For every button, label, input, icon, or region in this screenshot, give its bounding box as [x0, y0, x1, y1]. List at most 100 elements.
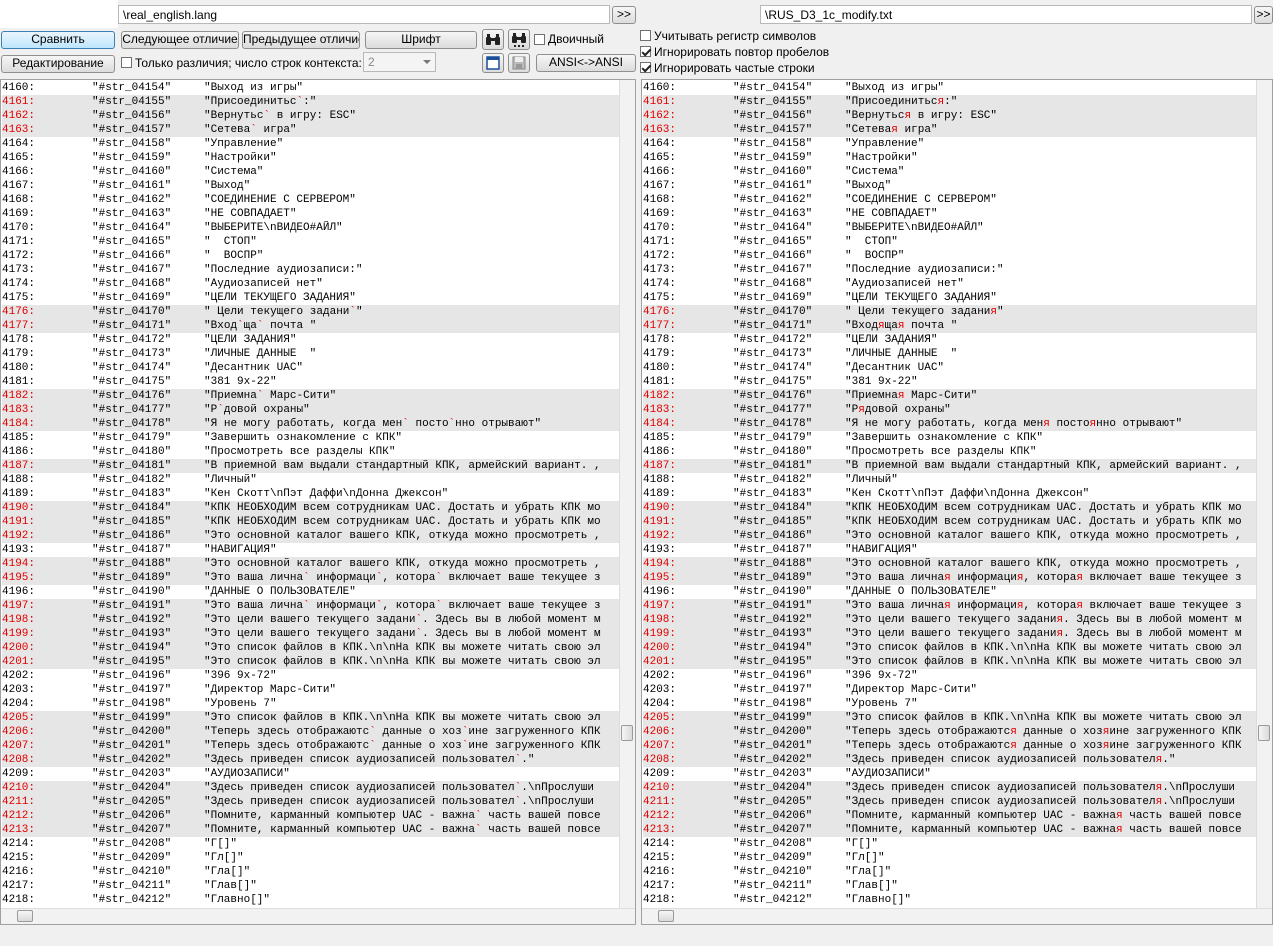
- left-text-pane[interactable]: 4160: "#str_04154" "Выход из игры" 4161: "#s…: [0, 79, 636, 925]
- right-line[interactable]: 4210: "#str_04204" "Здесь приведен список …: [643, 781, 1257, 795]
- left-line[interactable]: 4183: "#str_04177" "Р`довой охраны": [2, 403, 620, 417]
- left-line[interactable]: 4170: "#str_04164" "ВЫБЕРИТЕ\nВИДЕО#АЙЛ": [2, 221, 620, 235]
- right-line[interactable]: 4190: "#str_04184" "КПК НЕОБХОДИМ всем сот…: [643, 501, 1257, 515]
- left-line[interactable]: 4175: "#str_04169" "ЦЕЛИ ТЕКУЩЕГО ЗАДАНИЯ": [2, 291, 620, 305]
- right-line[interactable]: 4165: "#str_04159" "Настройки": [643, 151, 1257, 165]
- right-line[interactable]: 4191: "#str_04185" "КПК НЕОБХОДИМ всем сот…: [643, 515, 1257, 529]
- left-line[interactable]: 4184: "#str_04178" "Я не могу работать, ко…: [2, 417, 620, 431]
- left-line[interactable]: 4181: "#str_04175" "381 9x-22": [2, 375, 620, 389]
- left-horizontal-scrollbar[interactable]: [1, 908, 635, 924]
- prev-diff-button[interactable]: Предыдущее отличие: [242, 31, 360, 49]
- left-file-path[interactable]: \real_english.lang: [118, 5, 610, 24]
- left-line[interactable]: 4179: "#str_04173" "ЛИЧНЫЕ ДАННЫЕ ": [2, 347, 620, 361]
- left-line[interactable]: 4208: "#str_04202" "Здесь приведен список …: [2, 753, 620, 767]
- left-line[interactable]: 4160: "#str_04154" "Выход из игры": [2, 81, 620, 95]
- left-line[interactable]: 4207: "#str_04201" "Теперь здесь отображаю…: [2, 739, 620, 753]
- right-line[interactable]: 4177: "#str_04171" "Входящая почта ": [643, 319, 1257, 333]
- right-line[interactable]: 4217: "#str_04211" "Глав[]": [643, 879, 1257, 893]
- left-line[interactable]: 4187: "#str_04181" "В приемной вам выдали …: [2, 459, 620, 473]
- left-line[interactable]: 4177: "#str_04171" "Вход`ща` почта ": [2, 319, 620, 333]
- left-line[interactable]: 4191: "#str_04185" "КПК НЕОБХОДИМ всем сот…: [2, 515, 620, 529]
- left-vscroll-thumb[interactable]: [621, 725, 633, 741]
- left-line[interactable]: 4216: "#str_04210" "Гла[]": [2, 865, 620, 879]
- left-line[interactable]: 4168: "#str_04162" "СОЕДИНЕНИЕ С СЕРВЕРОМ": [2, 193, 620, 207]
- right-line[interactable]: 4161: "#str_04155" "Присоединиться:": [643, 95, 1257, 109]
- left-line[interactable]: 4162: "#str_04156" "Вернутьс` в игру: ESC": [2, 109, 620, 123]
- right-line[interactable]: 4167: "#str_04161" "Выход": [643, 179, 1257, 193]
- right-line[interactable]: 4183: "#str_04177" "Рядовой охраны": [643, 403, 1257, 417]
- right-browse-button[interactable]: >>: [1254, 6, 1273, 24]
- right-line[interactable]: 4172: "#str_04166" " ВОСПР": [643, 249, 1257, 263]
- right-line[interactable]: 4212: "#str_04206" "Помните, карманный ком…: [643, 809, 1257, 823]
- right-line[interactable]: 4166: "#str_04160" "Система": [643, 165, 1257, 179]
- right-line[interactable]: 4180: "#str_04174" "Десантник UAC": [643, 361, 1257, 375]
- right-line[interactable]: 4181: "#str_04175" "381 9x-22": [643, 375, 1257, 389]
- left-line[interactable]: 4194: "#str_04188" "Это основной каталог в…: [2, 557, 620, 571]
- left-line[interactable]: 4190: "#str_04184" "КПК НЕОБХОДИМ всем сот…: [2, 501, 620, 515]
- right-hscroll-thumb[interactable]: [658, 910, 674, 922]
- left-line[interactable]: 4169: "#str_04163" "НЕ СОВПАДАЕТ": [2, 207, 620, 221]
- right-line[interactable]: 4205: "#str_04199" "Это список файлов в КП…: [643, 711, 1257, 725]
- right-line[interactable]: 4206: "#str_04200" "Теперь здесь отображаю…: [643, 725, 1257, 739]
- binoculars-icon[interactable]: [482, 29, 504, 50]
- right-line[interactable]: 4195: "#str_04189" "Это ваша личная информ…: [643, 571, 1257, 585]
- left-line[interactable]: 4196: "#str_04190" "ДАННЫЕ О ПОЛЬЗОВАТЕЛЕ": [2, 585, 620, 599]
- right-line[interactable]: 4204: "#str_04198" "Уровень 7": [643, 697, 1257, 711]
- left-line[interactable]: 4210: "#str_04204" "Здесь приведен список …: [2, 781, 620, 795]
- right-line[interactable]: 4199: "#str_04193" "Это цели вашего текуще…: [643, 627, 1257, 641]
- left-line[interactable]: 4200: "#str_04194" "Это список файлов в КП…: [2, 641, 620, 655]
- window-icon[interactable]: [482, 53, 504, 73]
- left-line[interactable]: 4206: "#str_04200" "Теперь здесь отображаю…: [2, 725, 620, 739]
- right-line[interactable]: 4209: "#str_04203" "АУДИОЗАПИСИ": [643, 767, 1257, 781]
- right-line[interactable]: 4171: "#str_04165" " СТОП": [643, 235, 1257, 249]
- right-line[interactable]: 4175: "#str_04169" "ЦЕЛИ ТЕКУЩЕГО ЗАДАНИЯ": [643, 291, 1257, 305]
- left-line[interactable]: 4163: "#str_04157" "Сетева` игра": [2, 123, 620, 137]
- left-line[interactable]: 4197: "#str_04191" "Это ваша лична` информ…: [2, 599, 620, 613]
- right-horizontal-scrollbar[interactable]: [642, 908, 1272, 924]
- option-spaces-checkbox[interactable]: [640, 46, 651, 57]
- left-line[interactable]: 4202: "#str_04196" "396 9x-72": [2, 669, 620, 683]
- right-line[interactable]: 4189: "#str_04183" "Кен Скотт\nПэт Даффи\n…: [643, 487, 1257, 501]
- left-line[interactable]: 4178: "#str_04172" "ЦЕЛИ ЗАДАНИЯ": [2, 333, 620, 347]
- right-line[interactable]: 4185: "#str_04179" "Завершить ознакомление…: [643, 431, 1257, 445]
- left-line[interactable]: 4185: "#str_04179" "Завершить ознакомление…: [2, 431, 620, 445]
- left-line[interactable]: 4203: "#str_04197" "Директор Марс-Сити": [2, 683, 620, 697]
- left-line[interactable]: 4189: "#str_04183" "Кен Скотт\nПэт Даффи\n…: [2, 487, 620, 501]
- left-line[interactable]: 4218: "#str_04212" "Главно[]": [2, 893, 620, 907]
- left-line[interactable]: 4173: "#str_04167" "Последние аудиозаписи:…: [2, 263, 620, 277]
- left-line[interactable]: 4205: "#str_04199" "Это список файлов в КП…: [2, 711, 620, 725]
- right-line[interactable]: 4179: "#str_04173" "ЛИЧНЫЕ ДАННЫЕ ": [643, 347, 1257, 361]
- save-icon[interactable]: [508, 53, 530, 73]
- right-line[interactable]: 4207: "#str_04201" "Теперь здесь отображаю…: [643, 739, 1257, 753]
- right-line[interactable]: 4187: "#str_04181" "В приемной вам выдали …: [643, 459, 1257, 473]
- binoculars-search-icon[interactable]: [508, 29, 530, 50]
- right-line[interactable]: 4184: "#str_04178" "Я не могу работать, ко…: [643, 417, 1257, 431]
- right-vscroll-thumb[interactable]: [1258, 725, 1270, 741]
- left-line[interactable]: 4201: "#str_04195" "Это список файлов в КП…: [2, 655, 620, 669]
- right-line[interactable]: 4192: "#str_04186" "Это основной каталог в…: [643, 529, 1257, 543]
- left-line[interactable]: 4193: "#str_04187" "НАВИГАЦИЯ": [2, 543, 620, 557]
- right-line[interactable]: 4170: "#str_04164" "ВЫБЕРИТЕ\nВИДЕО#АЙЛ": [643, 221, 1257, 235]
- right-line[interactable]: 4163: "#str_04157" "Сетевая игра": [643, 123, 1257, 137]
- left-browse-button[interactable]: >>: [612, 6, 636, 24]
- left-line[interactable]: 4211: "#str_04205" "Здесь приведен список …: [2, 795, 620, 809]
- right-line[interactable]: 4198: "#str_04192" "Это цели вашего текуще…: [643, 613, 1257, 627]
- option-frequent-checkbox[interactable]: [640, 62, 651, 73]
- option-case-checkbox[interactable]: [640, 30, 651, 41]
- left-line[interactable]: 4182: "#str_04176" "Приемна` Марс-Сити": [2, 389, 620, 403]
- right-line[interactable]: 4162: "#str_04156" "Вернуться в игру: ESC": [643, 109, 1257, 123]
- left-line[interactable]: 4167: "#str_04161" "Выход": [2, 179, 620, 193]
- right-line[interactable]: 4160: "#str_04154" "Выход из игры": [643, 81, 1257, 95]
- right-line[interactable]: 4208: "#str_04202" "Здесь приведен список …: [643, 753, 1257, 767]
- right-line[interactable]: 4197: "#str_04191" "Это ваша личная информ…: [643, 599, 1257, 613]
- right-line[interactable]: 4213: "#str_04207" "Помните, карманный ком…: [643, 823, 1257, 837]
- ansi-encoding-button[interactable]: ANSI<->ANSI: [536, 54, 636, 72]
- right-file-path[interactable]: \RUS_D3_1c_modify.txt: [760, 5, 1252, 24]
- right-line[interactable]: 4182: "#str_04176" "Приемная Марс-Сити": [643, 389, 1257, 403]
- edit-button[interactable]: Редактирование: [1, 55, 115, 73]
- next-diff-button[interactable]: Следующее отличие: [121, 31, 239, 49]
- binary-checkbox[interactable]: [534, 34, 545, 45]
- right-line[interactable]: 4168: "#str_04162" "СОЕДИНЕНИЕ С СЕРВЕРОМ": [643, 193, 1257, 207]
- left-vertical-scrollbar[interactable]: [619, 80, 635, 909]
- right-line[interactable]: 4186: "#str_04180" "Просмотреть все раздел…: [643, 445, 1257, 459]
